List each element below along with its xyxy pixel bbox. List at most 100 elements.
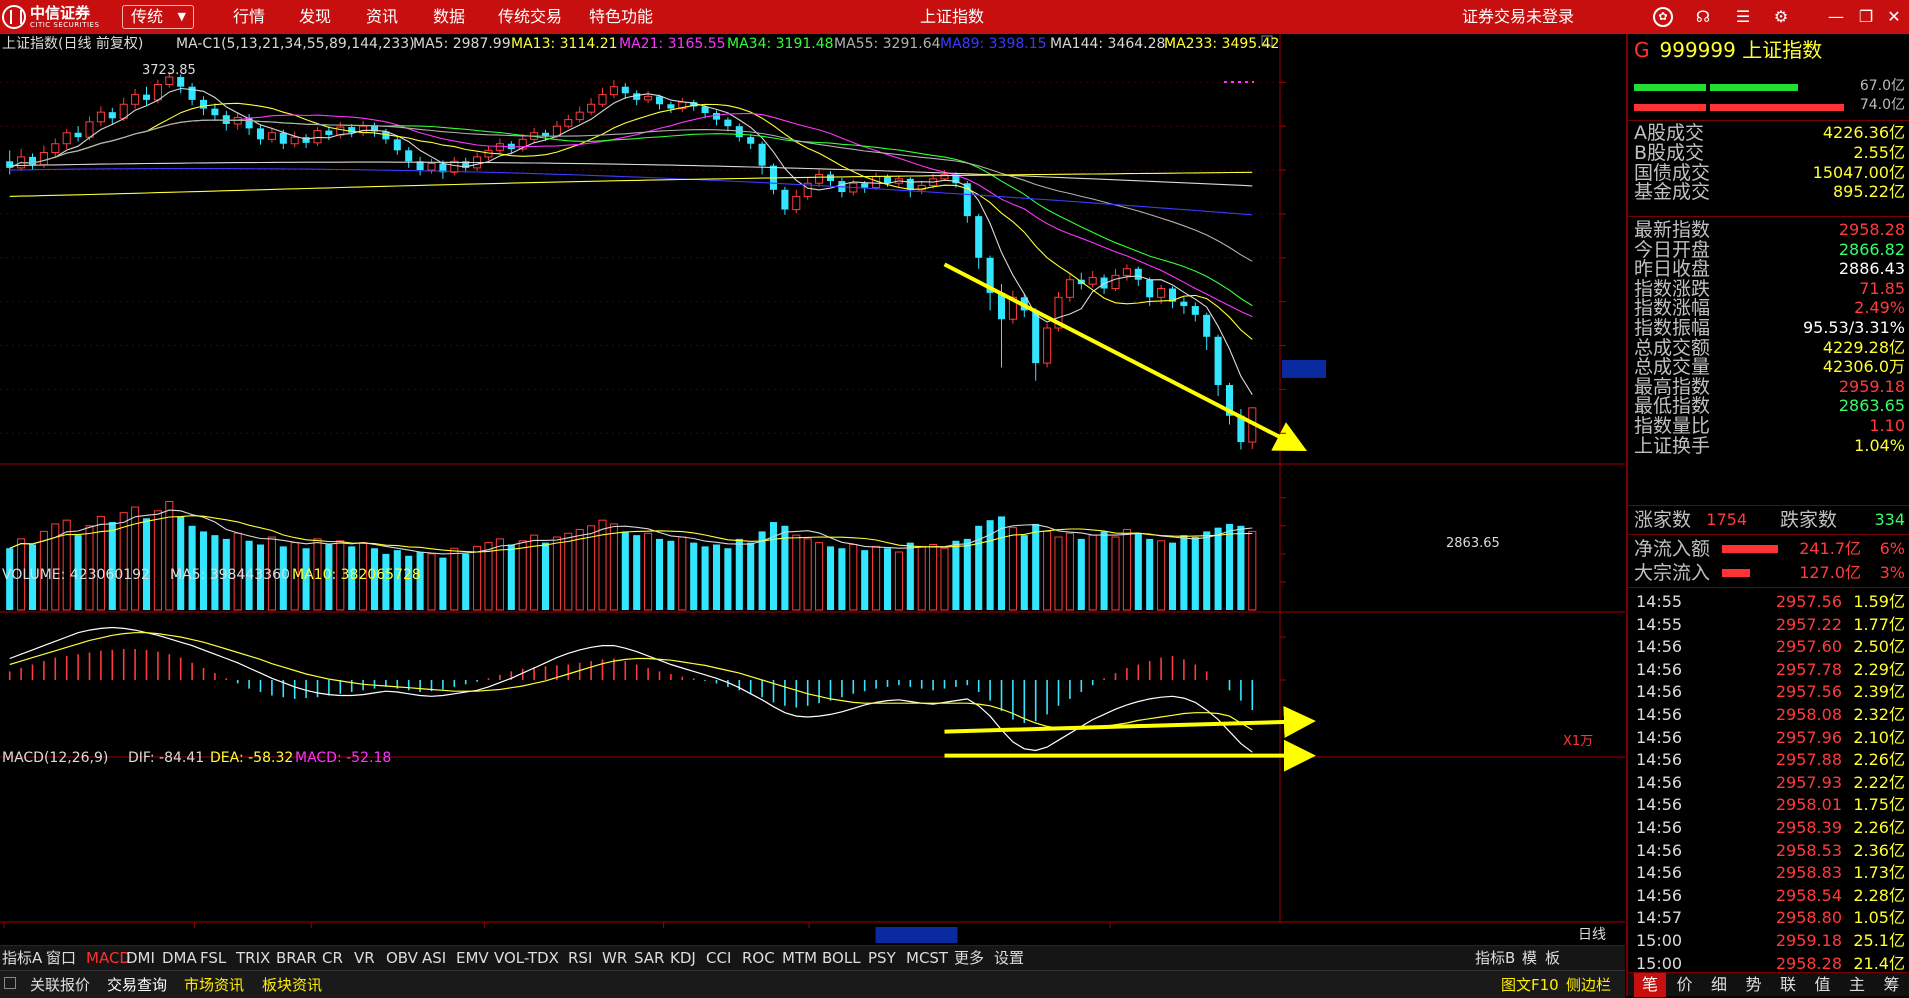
nav-features[interactable]: 特色功能 [589, 5, 653, 29]
indicator-tab-boll[interactable]: BOLL [822, 946, 861, 971]
candle-body [1111, 274, 1120, 290]
axes [3, 81, 1326, 943]
indicator-tab-mtm[interactable]: MTM [782, 946, 817, 971]
volume-bar [1180, 535, 1188, 610]
panel-labels: 上证指数(日线 前复权) MA-C1(5,13,21,34,55,89,144,… [2, 35, 1606, 943]
candle-body [1134, 268, 1142, 280]
indicator-tab-设置[interactable]: 设置 [994, 946, 1024, 971]
restore-icon[interactable]: ❐ [1856, 7, 1876, 27]
tick-volume: 1.77亿 [1853, 614, 1905, 634]
volume-bar [815, 542, 824, 611]
close-icon[interactable]: ✕ [1884, 7, 1904, 27]
volume-bar [644, 532, 653, 611]
candle-body [792, 195, 801, 211]
nav-trade[interactable]: 传统交易 [498, 5, 562, 29]
divider [1628, 505, 1909, 506]
candle-body [1157, 288, 1166, 298]
mode-select[interactable]: 传统 ▼ [122, 5, 194, 29]
tick-volume: 1.05亿 [1853, 908, 1905, 928]
quote-tab-0[interactable]: 笔 [1634, 973, 1666, 997]
candle-body [1032, 310, 1040, 364]
indicator-tab-emv[interactable]: EMV [456, 946, 489, 971]
indicator-tab-psy[interactable]: PSY [868, 946, 896, 971]
gear-icon[interactable]: ⚙ [1771, 7, 1791, 27]
indicator-tab-macd[interactable]: MACD [86, 946, 131, 971]
quote-tab-2[interactable]: 细 [1703, 973, 1735, 997]
window-title: 上证指数 [920, 7, 985, 26]
quote-tab-4[interactable]: 联 [1772, 973, 1804, 997]
indicator-tab-obv[interactable]: OBV [386, 946, 418, 971]
candle-body [712, 113, 721, 120]
bar-seg-1 [1634, 84, 1706, 91]
indicator-tab-brar[interactable]: BRAR [276, 946, 317, 971]
indicator-tab-trix[interactable]: TRIX [236, 946, 270, 971]
nav-data[interactable]: 数据 [433, 5, 465, 29]
nav-quotes[interactable]: 行情 [233, 5, 265, 29]
volume-bar [1122, 529, 1131, 611]
indicator-right-2[interactable]: 板 [1545, 946, 1560, 971]
indicator-tab-dma[interactable]: DMA [162, 946, 197, 971]
f10-button[interactable]: 图文F10 [1495, 974, 1565, 996]
logo-subtext: CITIC SECURITIES [30, 21, 100, 29]
bar-seg-2 [1710, 84, 1798, 91]
indicator-tab-kdj[interactable]: KDJ [670, 946, 696, 971]
indicator-tab-窗口[interactable]: 窗口 [46, 946, 76, 971]
indicator-tab-更多[interactable]: 更多 [954, 946, 984, 971]
tick-row: 14:56 2958.01 1.75亿 [1632, 794, 1905, 816]
indicator-right-0[interactable]: 指标B [1475, 946, 1515, 971]
tab-trade-query[interactable]: 交易查询 [101, 974, 173, 996]
indicator-tab-vol-tdx[interactable]: VOL-TDX [494, 946, 559, 971]
indicator-tab-rsi[interactable]: RSI [568, 946, 592, 971]
quote-tab-6[interactable]: 主 [1841, 973, 1873, 997]
quote-tab-3[interactable]: 势 [1738, 973, 1770, 997]
indicator-tab-cci[interactable]: CCI [706, 946, 731, 971]
chevron-down-icon: ▼ [177, 10, 186, 23]
indicator-tab-fsl[interactable]: FSL [200, 946, 226, 971]
candle-body [587, 103, 596, 113]
tick-volume: 1.75亿 [1853, 795, 1905, 815]
tick-volume: 2.26亿 [1853, 750, 1905, 770]
indicator-tab-asi[interactable]: ASI [422, 946, 446, 971]
indicator-tab-sar[interactable]: SAR [634, 946, 664, 971]
indicator-right-1[interactable]: 模 [1522, 946, 1537, 971]
tick-time: 14:56 [1636, 840, 1683, 860]
tick-row: 14:55 2957.22 1.77亿 [1632, 614, 1905, 636]
indicator-tab-wr[interactable]: WR [602, 946, 627, 971]
macd-dea-label: DEA: -58.32 [210, 750, 293, 766]
indicator-tab-vr[interactable]: VR [354, 946, 375, 971]
quote-tab-7[interactable]: 筹 [1876, 973, 1908, 997]
candle-body [552, 125, 561, 137]
tab-sector-news[interactable]: 板块资讯 [256, 974, 328, 996]
up-count-label: 涨家数 [1634, 509, 1692, 531]
kline-chart[interactable]: 上证指数(日线 前复权) MA-C1(5,13,21,34,55,89,144,… [0, 34, 1625, 945]
candle-body [495, 143, 504, 151]
indicator-tab-roc[interactable]: ROC [742, 946, 775, 971]
indicator-tab-dmi[interactable]: DMI [126, 946, 155, 971]
nav-news[interactable]: 资讯 [366, 5, 398, 29]
indicator-tab-mcst[interactable]: MCST [906, 946, 948, 971]
tick-volume: 1.59亿 [1853, 592, 1905, 611]
tab-related-quotes[interactable]: 关联报价 [24, 974, 96, 996]
brand-logo: 中信证券 CITIC SECURITIES [2, 3, 99, 31]
tab-market-news[interactable]: 市场资讯 [178, 974, 250, 996]
mode-select-label: 传统 [131, 7, 164, 26]
market-prefix: G [1634, 38, 1650, 62]
skin-icon[interactable]: ✿ [1653, 7, 1673, 27]
login-status-link[interactable]: 证券交易未登录 [1462, 5, 1574, 29]
panel-toggle-icon[interactable] [4, 977, 16, 989]
candle-body [1203, 314, 1211, 337]
volume-bar [96, 515, 105, 611]
headset-icon[interactable]: ☊ [1693, 7, 1713, 27]
quote-tab-1[interactable]: 价 [1669, 973, 1701, 997]
volume-panel [6, 500, 1257, 611]
indicator-tab-指标a[interactable]: 指标A [2, 946, 42, 971]
nav-discover[interactable]: 发现 [299, 5, 331, 29]
indicator-tab-cr[interactable]: CR [322, 946, 343, 971]
sidebar-button[interactable]: 侧边栏 [1560, 974, 1617, 996]
tick-price: 2957.78 [1775, 659, 1842, 679]
list-icon[interactable]: ☰ [1733, 7, 1753, 27]
tick-row: 14:55 2957.56 1.59亿 [1632, 591, 1905, 613]
period-label[interactable]: 日线 [1578, 927, 1606, 943]
quote-tab-5[interactable]: 值 [1807, 973, 1839, 997]
minimize-icon[interactable]: — [1826, 7, 1846, 27]
